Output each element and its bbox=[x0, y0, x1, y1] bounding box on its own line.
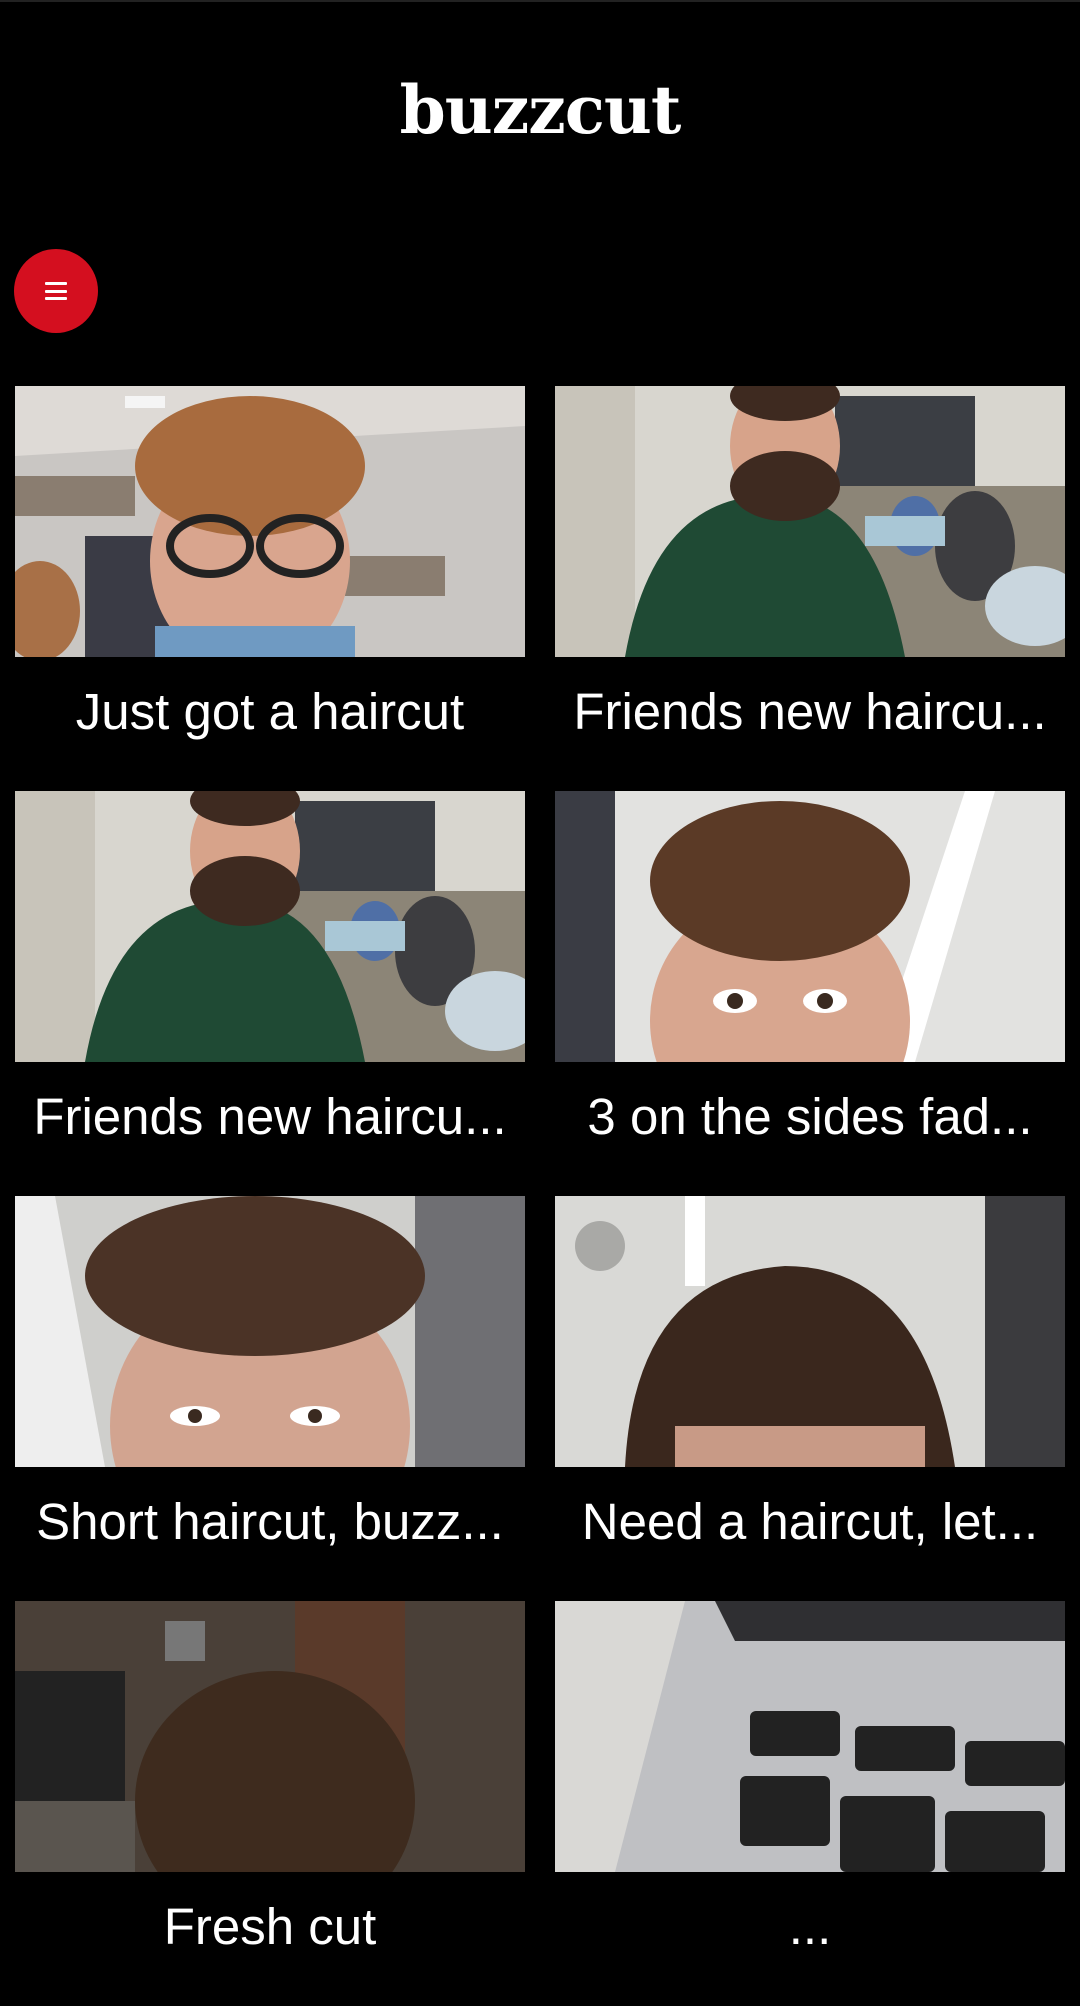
post-card[interactable]: Short haircut, buzz... bbox=[15, 1196, 525, 1601]
post-image bbox=[555, 386, 1065, 657]
post-caption: Fresh cut bbox=[163, 1898, 377, 1955]
post-image bbox=[15, 1196, 525, 1467]
post-caption: Friends new haircu... bbox=[33, 1088, 507, 1145]
post-card[interactable]: 3 on the sides fad... bbox=[555, 791, 1065, 1196]
post-caption: 3 on the sides fad... bbox=[587, 1088, 1033, 1145]
post-image bbox=[555, 791, 1065, 1062]
post-caption: Friends new haircu... bbox=[573, 683, 1047, 740]
menu-button[interactable] bbox=[14, 249, 98, 333]
post-card[interactable]: Fresh cut bbox=[15, 1601, 525, 2006]
post-caption: Short haircut, buzz... bbox=[36, 1493, 504, 1550]
post-card[interactable]: Friends new haircu... bbox=[15, 791, 525, 1196]
post-card[interactable]: Just got a haircut bbox=[15, 386, 525, 791]
post-image bbox=[15, 1601, 525, 1872]
post-image bbox=[555, 1196, 1065, 1467]
status-divider bbox=[0, 0, 1080, 2]
post-image bbox=[15, 791, 525, 1062]
post-image bbox=[555, 1601, 1065, 1872]
post-card[interactable]: Need a haircut, let... bbox=[555, 1196, 1065, 1601]
post-caption: Need a haircut, let... bbox=[581, 1493, 1039, 1550]
app-title: buzzcut bbox=[399, 71, 682, 149]
post-card[interactable]: ... bbox=[555, 1601, 1065, 2006]
post-caption: ... bbox=[788, 1898, 832, 1955]
post-image bbox=[15, 386, 525, 657]
post-card[interactable]: Friends new haircu... bbox=[555, 386, 1065, 791]
post-caption: Just got a haircut bbox=[75, 683, 465, 740]
hamburger-menu-icon bbox=[45, 282, 67, 300]
post-grid: Just got a haircut Friends new haircu... bbox=[15, 386, 1065, 2006]
